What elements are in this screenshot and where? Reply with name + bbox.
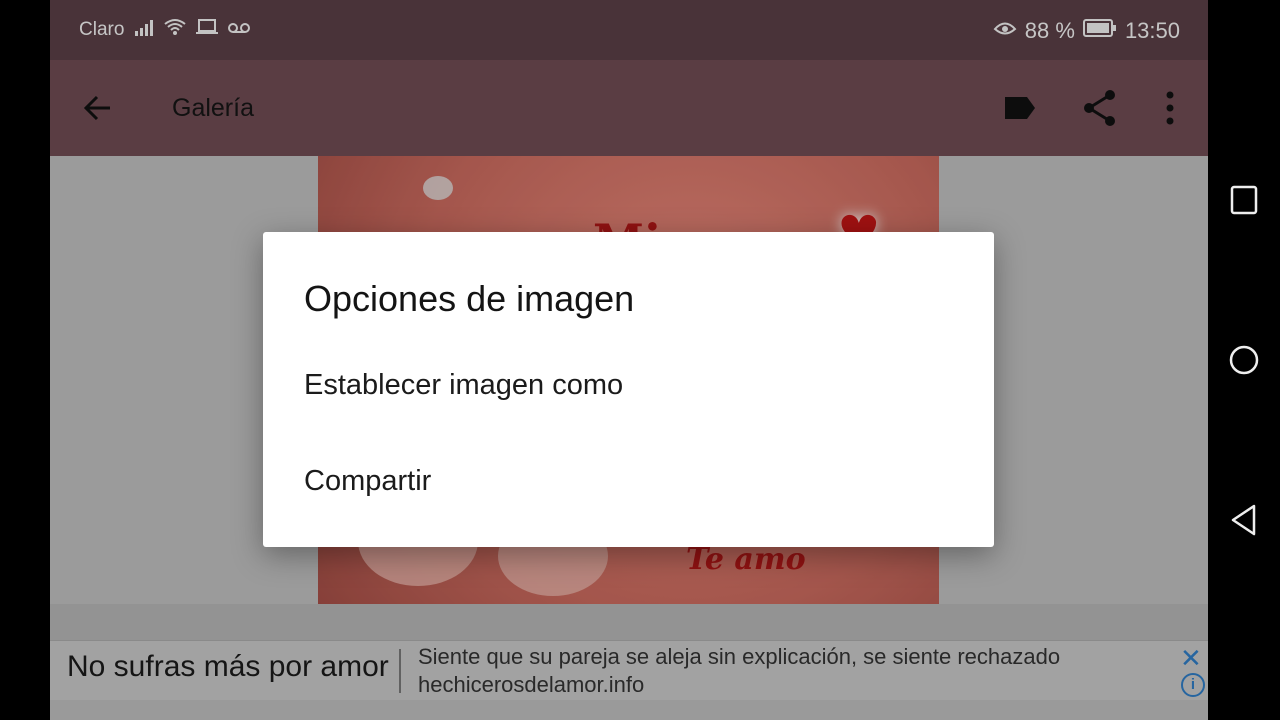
dialog-title: Opciones de imagen	[304, 278, 635, 319]
option-set-image-as[interactable]: Establecer imagen como	[304, 369, 623, 402]
back-nav-icon[interactable]	[1228, 504, 1260, 536]
option-share[interactable]: Compartir	[304, 465, 431, 498]
home-icon[interactable]	[1228, 344, 1260, 376]
navigation-bar	[1208, 0, 1280, 720]
image-options-dialog: Opciones de imagen Establecer imagen com…	[263, 232, 994, 547]
phone-screen: Claro 88 % 13:50 Galería ♥ Te amo No suf…	[50, 0, 1208, 720]
recent-apps-icon[interactable]	[1228, 184, 1260, 216]
